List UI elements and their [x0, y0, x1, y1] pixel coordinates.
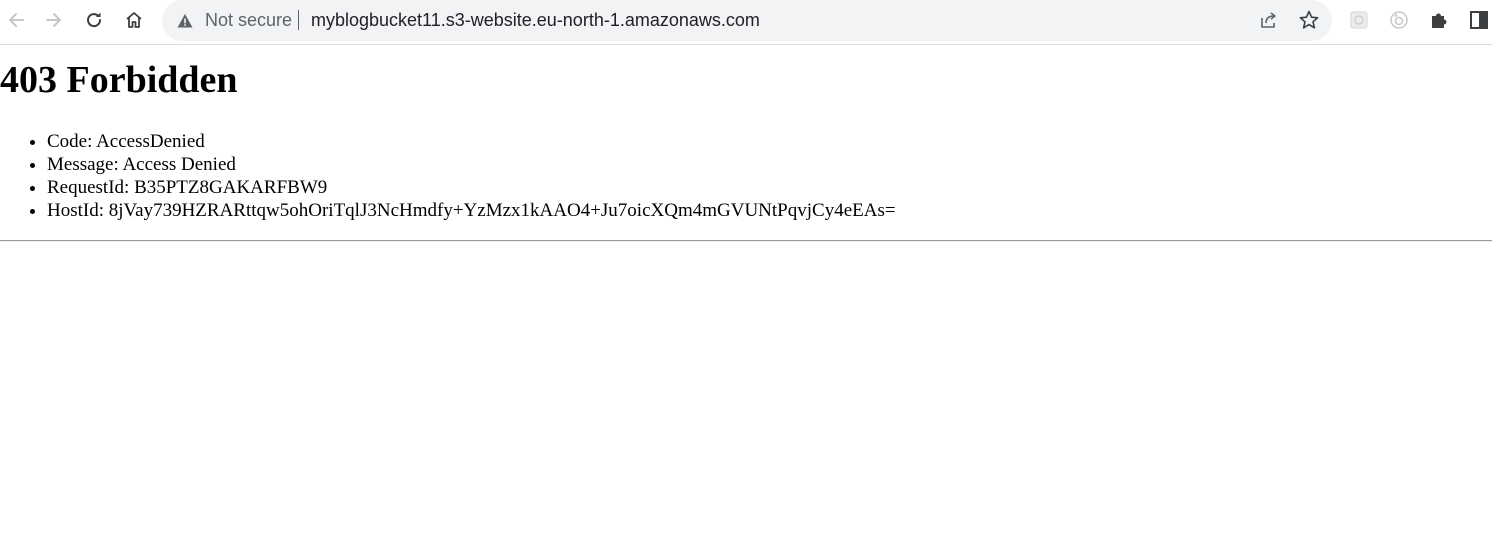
url-text[interactable]: myblogbucket11.s3-website.eu-north-1.ama… [311, 9, 760, 31]
reload-icon [84, 10, 104, 30]
side-panel-icon[interactable] [1467, 8, 1491, 32]
arrow-left-icon [6, 10, 26, 30]
back-button[interactable] [0, 4, 32, 36]
home-button[interactable] [118, 4, 150, 36]
page-title: 403 Forbidden [0, 59, 238, 101]
browser-toolbar: Not secure myblogbucket11.s3-website.eu-… [0, 0, 1492, 45]
forward-button[interactable] [38, 4, 70, 36]
horizontal-divider [0, 240, 1492, 242]
error-code-item: Code: AccessDenied [47, 130, 896, 153]
omnibox-separator [298, 10, 299, 30]
warning-triangle-icon[interactable] [176, 12, 194, 30]
reload-button[interactable] [78, 4, 110, 36]
extension-icon[interactable] [1387, 8, 1411, 32]
arrow-right-icon [44, 10, 64, 30]
error-details-list: Code: AccessDenied Message: Access Denie… [0, 130, 896, 222]
host-id-item: HostId: 8jVay739HZRARttqw5ohOriTqlJ3NcHm… [47, 199, 896, 222]
address-bar[interactable]: Not secure myblogbucket11.s3-website.eu-… [162, 0, 1332, 41]
share-icon[interactable] [1257, 8, 1281, 32]
security-status-label[interactable]: Not secure [205, 9, 292, 31]
extension-icon[interactable] [1347, 8, 1371, 32]
puzzle-icon[interactable] [1427, 8, 1451, 32]
home-icon [124, 10, 144, 30]
request-id-item: RequestId: B35PTZ8GAKARFBW9 [47, 176, 896, 199]
star-icon[interactable] [1297, 8, 1321, 32]
error-message-item: Message: Access Denied [47, 153, 896, 176]
